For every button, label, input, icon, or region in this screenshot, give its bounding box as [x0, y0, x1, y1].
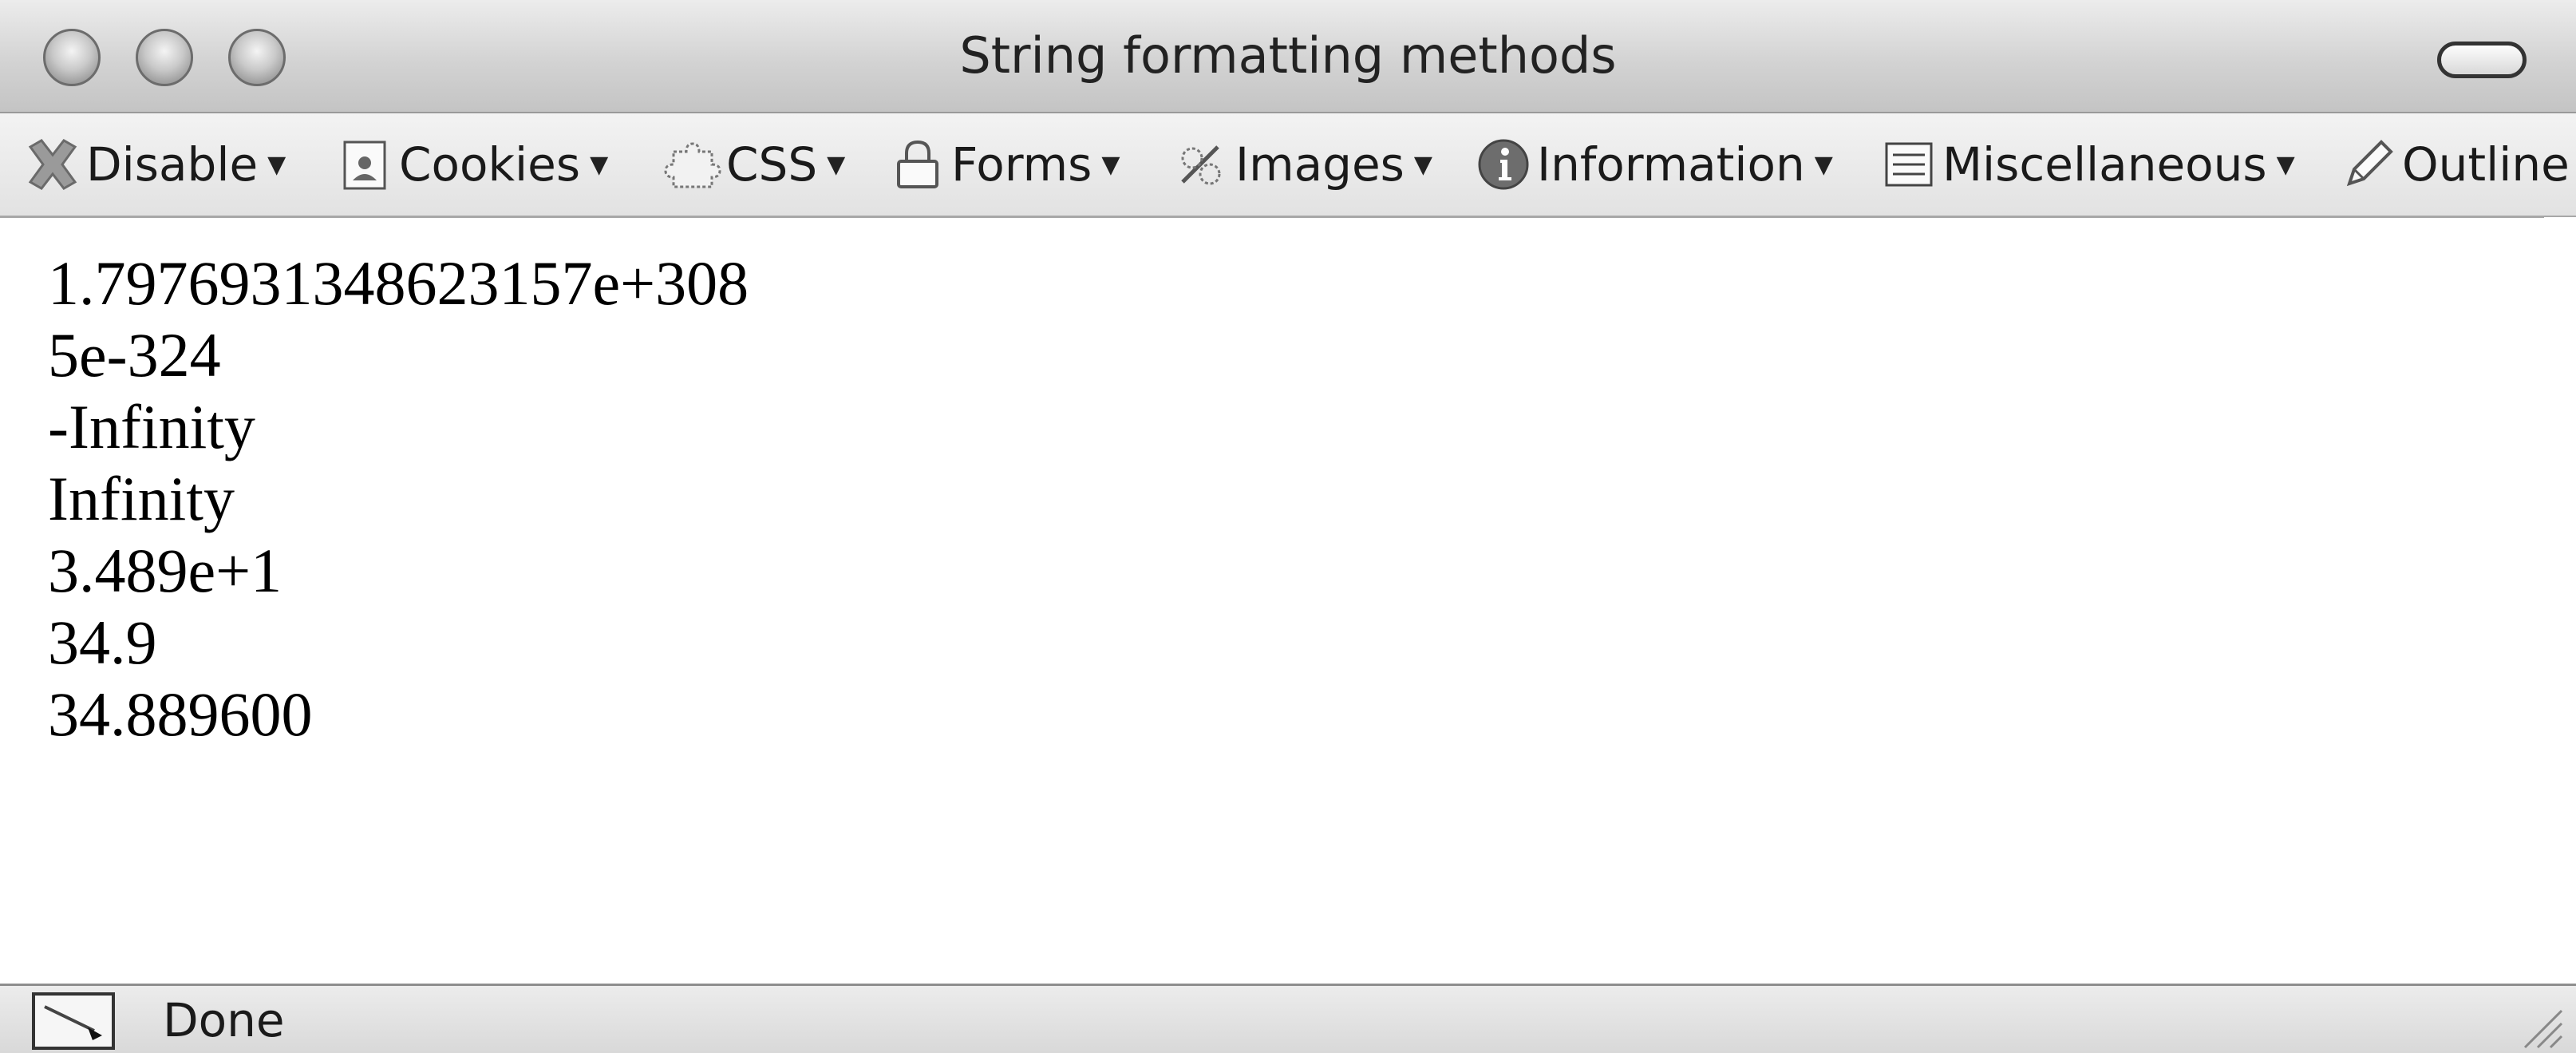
- chevron-down-icon: ▼: [1814, 150, 1833, 179]
- menu-disable-label: Disable: [86, 137, 259, 192]
- menu-cookies[interactable]: Cookies ▼: [335, 133, 608, 196]
- output-line: -Infinity: [48, 392, 255, 461]
- chevron-down-icon: ▼: [590, 150, 609, 179]
- output-line: 34.9: [48, 608, 157, 677]
- information-icon: [1473, 134, 1534, 195]
- window-title: String formatting methods: [959, 26, 1617, 85]
- chevron-down-icon: ▼: [2276, 150, 2295, 179]
- output-line: 1.7976931348623157e+308: [48, 248, 749, 318]
- menu-information-label: Information: [1537, 137, 1805, 192]
- chevron-down-icon: ▼: [267, 150, 286, 179]
- menu-css[interactable]: CSS ▼: [662, 133, 845, 196]
- menu-outline-label: Outline: [2402, 137, 2570, 192]
- chevron-down-icon: ▼: [1413, 150, 1432, 179]
- menu-images-label: Images: [1235, 137, 1405, 192]
- page-content: 1.7976931348623157e+308 5e-324 -Infinity…: [48, 247, 2522, 750]
- browser-window: String formatting methods Disable ▼ Cook…: [0, 0, 2576, 1053]
- menu-cookies-label: Cookies: [399, 137, 581, 192]
- chevron-down-icon: ▼: [1101, 150, 1120, 179]
- toolbar-toggle-button[interactable]: [2437, 42, 2527, 78]
- status-bar: Done: [0, 984, 2576, 1053]
- title-bar: String formatting methods: [0, 0, 2576, 113]
- images-icon: [1171, 134, 1232, 195]
- css-puzzle-icon: [662, 134, 723, 195]
- status-text: Done: [163, 993, 285, 1047]
- menu-css-label: CSS: [726, 137, 818, 192]
- cookies-icon: [335, 134, 396, 195]
- status-wand-icon[interactable]: [32, 992, 115, 1050]
- menu-miscellaneous-label: Miscellaneous: [1942, 137, 2267, 192]
- miscellaneous-list-icon: [1879, 134, 1939, 195]
- output-line: 34.889600: [48, 679, 313, 749]
- scroll-edge: [2544, 217, 2576, 984]
- menu-miscellaneous[interactable]: Miscellaneous ▼: [1879, 133, 2295, 196]
- resize-grip-icon[interactable]: [2511, 996, 2565, 1051]
- menu-images[interactable]: Images ▼: [1171, 133, 1432, 196]
- menu-disable[interactable]: Disable ▼: [22, 133, 286, 196]
- forms-lock-icon: [887, 134, 948, 195]
- menu-information[interactable]: Information ▼: [1473, 133, 1833, 196]
- menu-forms[interactable]: Forms ▼: [887, 133, 1120, 196]
- outline-pencil-icon: [2338, 134, 2399, 195]
- output-line: 3.489e+1: [48, 536, 282, 605]
- menu-forms-label: Forms: [951, 137, 1092, 192]
- chevron-down-icon: ▼: [827, 150, 846, 179]
- output-line: Infinity: [48, 464, 235, 533]
- disable-x-icon: [22, 134, 83, 195]
- output-line: 5e-324: [48, 320, 221, 390]
- menu-outline[interactable]: Outline: [2338, 133, 2570, 196]
- web-developer-toolbar: Disable ▼ Cookies ▼ CSS ▼ Forms ▼ Images…: [0, 113, 2576, 218]
